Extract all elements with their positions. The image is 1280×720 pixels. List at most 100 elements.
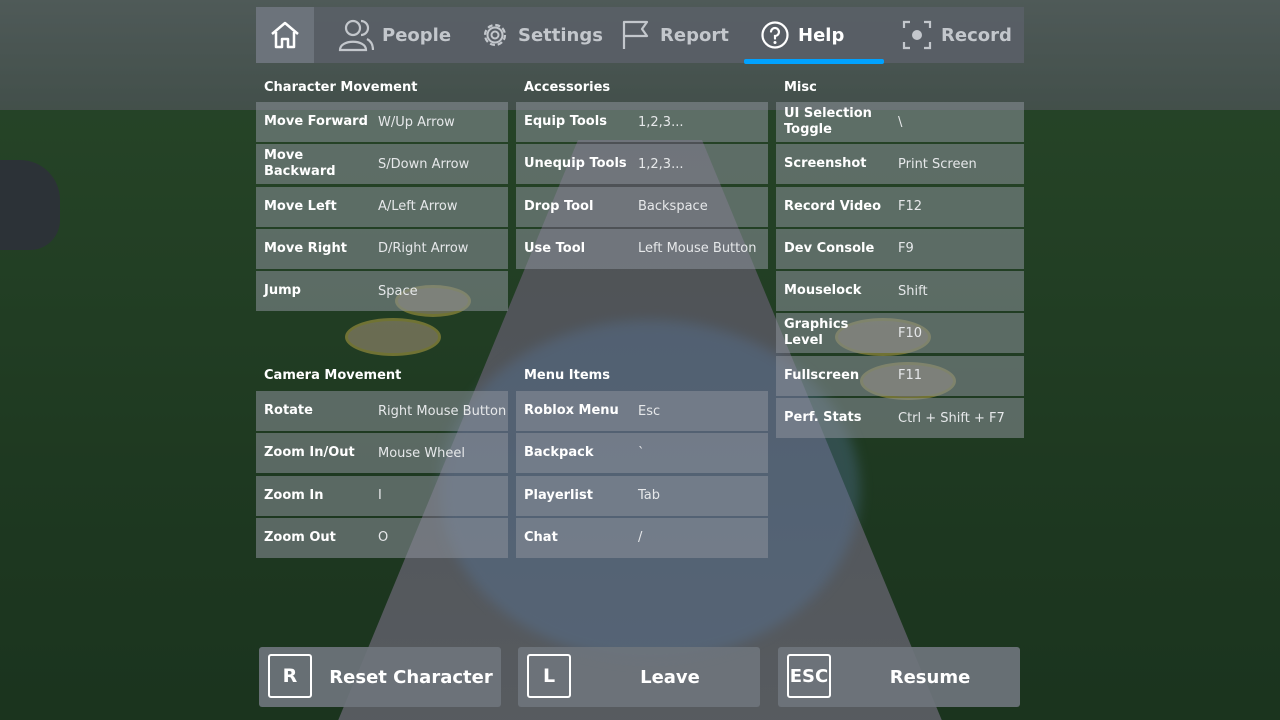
leave-button[interactable]: L Leave bbox=[518, 647, 760, 707]
tab-record[interactable]: Record bbox=[901, 7, 1012, 63]
section-title-character-movement: Character Movement bbox=[264, 80, 418, 95]
action-label: Zoom In/Out bbox=[264, 445, 355, 461]
hotkey-badge: L bbox=[527, 654, 571, 698]
key-binding: Left Mouse Button bbox=[638, 241, 757, 257]
menu-tab-bar: People Settings Report Help Record bbox=[256, 7, 1024, 64]
gear-icon bbox=[483, 23, 507, 47]
key-binding: S/Down Arrow bbox=[378, 156, 470, 172]
table-row: Perf. Stats Ctrl + Shift + F7 bbox=[776, 398, 1024, 439]
key-binding: F11 bbox=[898, 368, 923, 384]
table-row: Chat / bbox=[516, 517, 768, 558]
action-label: Zoom Out bbox=[264, 529, 336, 545]
key-binding: Backspace bbox=[638, 199, 708, 215]
tab-report[interactable]: Report bbox=[620, 7, 729, 63]
table-row: Mouselock Shift bbox=[776, 271, 1024, 312]
section-title-menu-items: Menu Items bbox=[524, 368, 610, 383]
people-icon bbox=[338, 19, 374, 52]
table-row: Zoom In I bbox=[256, 475, 508, 516]
key-binding: F10 bbox=[898, 325, 923, 341]
key-binding: Shift bbox=[898, 283, 928, 299]
table-accessories: Equip Tools 1,2,3... Unequip Tools 1,2,3..… bbox=[516, 102, 768, 271]
resume-button[interactable]: ESC Resume bbox=[778, 647, 1020, 707]
section-title-misc: Misc bbox=[784, 80, 817, 95]
key-binding: 1,2,3... bbox=[638, 156, 684, 172]
action-label: Roblox Menu bbox=[524, 403, 619, 418]
table-row: Use Tool Left Mouse Button bbox=[516, 228, 768, 269]
table-row: Move Forward W/Up Arrow bbox=[256, 102, 508, 142]
action-label: Chat bbox=[524, 529, 558, 545]
key-binding: F12 bbox=[898, 199, 923, 215]
key-binding: \ bbox=[898, 114, 903, 130]
action-label: Drop Tool bbox=[524, 198, 594, 214]
button-label: Resume bbox=[889, 666, 971, 688]
table-row: Zoom In/Out Mouse Wheel bbox=[256, 433, 508, 474]
table-row: Move Right D/Right Arrow bbox=[256, 228, 508, 269]
key-binding: Ctrl + Shift + F7 bbox=[898, 410, 1005, 426]
table-row: Drop Tool Backspace bbox=[516, 186, 768, 227]
key-binding: Tab bbox=[638, 488, 661, 504]
reset-character-button[interactable]: R Reset Character bbox=[259, 647, 501, 707]
tab-people[interactable]: People bbox=[338, 7, 451, 63]
key-binding: F9 bbox=[898, 241, 914, 257]
key-binding: D/Right Arrow bbox=[378, 241, 469, 257]
home-tab[interactable] bbox=[256, 7, 314, 63]
key-binding: ` bbox=[638, 445, 645, 461]
action-label: Move Backward bbox=[264, 148, 336, 180]
table-misc: UI Selection Toggle \ Screenshot Print Scr… bbox=[776, 102, 1024, 440]
action-label: Dev Console bbox=[784, 240, 875, 256]
table-row: Screenshot Print Screen bbox=[776, 144, 1024, 185]
key-binding: Esc bbox=[638, 403, 661, 419]
hotkey-badge: R bbox=[268, 654, 312, 698]
key-binding: O bbox=[378, 530, 389, 546]
key-binding: Mouse Wheel bbox=[378, 445, 466, 461]
action-label: Jump bbox=[264, 283, 301, 299]
table-row: Graphics Level F10 bbox=[776, 313, 1024, 354]
flag-icon bbox=[622, 20, 649, 49]
action-label: UI Selection Toggle bbox=[784, 106, 872, 137]
action-label: Backpack bbox=[524, 445, 594, 461]
tab-help[interactable]: Help bbox=[760, 7, 844, 63]
action-label: Move Right bbox=[264, 240, 347, 256]
button-label: Leave bbox=[640, 666, 700, 688]
table-row: Record Video F12 bbox=[776, 186, 1024, 227]
tab-settings[interactable]: Settings bbox=[480, 7, 603, 63]
table-row: Jump Space bbox=[256, 271, 508, 312]
section-title-camera-movement: Camera Movement bbox=[264, 368, 402, 383]
table-row: Backpack ` bbox=[516, 433, 768, 474]
key-binding: / bbox=[638, 530, 643, 546]
tab-label: Record bbox=[941, 24, 1012, 46]
tab-label: Help bbox=[798, 24, 845, 46]
action-label: Fullscreen bbox=[784, 367, 860, 383]
action-label: Use Tool bbox=[524, 240, 586, 256]
key-binding: A/Left Arrow bbox=[378, 199, 458, 215]
key-binding: Print Screen bbox=[898, 156, 977, 172]
action-label: Move Forward bbox=[264, 114, 368, 129]
table-row: Rotate Right Mouse Button bbox=[256, 391, 508, 431]
table-row: Roblox Menu Esc bbox=[516, 391, 768, 431]
record-icon bbox=[902, 20, 932, 50]
action-label: Graphics Level bbox=[784, 317, 849, 349]
tab-label: Report bbox=[660, 24, 729, 46]
key-binding: W/Up Arrow bbox=[378, 114, 455, 130]
table-row: Playerlist Tab bbox=[516, 475, 768, 516]
action-label: Playerlist bbox=[524, 487, 593, 503]
tab-label: Settings bbox=[518, 24, 603, 46]
action-label: Move Left bbox=[264, 198, 337, 214]
table-row: Zoom Out O bbox=[256, 517, 508, 558]
table-row: Move Backward S/Down Arrow bbox=[256, 144, 508, 185]
section-title-accessories: Accessories bbox=[524, 80, 611, 95]
table-row: Fullscreen F11 bbox=[776, 355, 1024, 396]
table-row: Dev Console F9 bbox=[776, 228, 1024, 269]
home-icon bbox=[271, 21, 299, 49]
table-row: Unequip Tools 1,2,3... bbox=[516, 144, 768, 185]
key-binding: 1,2,3... bbox=[638, 114, 684, 130]
tab-label: People bbox=[382, 24, 452, 46]
action-label: Perf. Stats bbox=[784, 410, 862, 426]
action-label: Mouselock bbox=[784, 283, 862, 299]
action-label: Equip Tools bbox=[524, 114, 607, 129]
table-character-movement: Move Forward W/Up Arrow Move Backward S/Do… bbox=[256, 102, 508, 313]
table-row: Move Left A/Left Arrow bbox=[256, 186, 508, 227]
key-binding: I bbox=[378, 488, 382, 504]
action-label: Screenshot bbox=[784, 156, 867, 172]
table-camera-movement: Rotate Right Mouse Button Zoom In/Out Mous… bbox=[256, 391, 508, 560]
